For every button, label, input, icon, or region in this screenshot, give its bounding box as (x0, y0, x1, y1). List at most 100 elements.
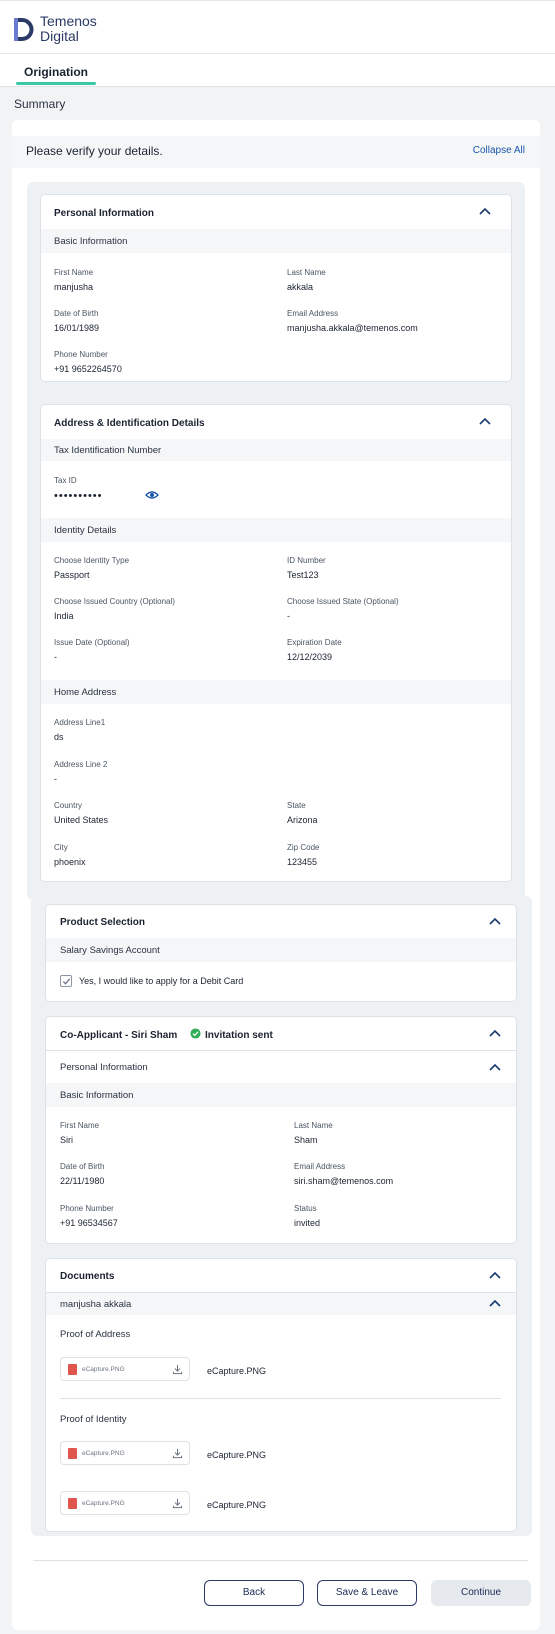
file-chip[interactable]: eCapture.PNG (60, 1491, 190, 1515)
field-label: Address Line 2 (54, 760, 108, 769)
tax-subtitle: Tax Identification Number (54, 445, 162, 456)
personal-info-title: Personal Information (54, 208, 155, 219)
download-icon[interactable] (172, 1364, 183, 1375)
chevron-up-icon[interactable] (479, 207, 491, 215)
check-circle-icon (190, 1028, 201, 1039)
identity-subtitle: Identity Details (54, 525, 117, 536)
field-value: Test123 (287, 570, 319, 580)
field-label: Zip Code (287, 843, 320, 852)
field-value: - (54, 652, 57, 662)
chevron-up-icon[interactable] (489, 1271, 501, 1279)
basic-info-subtitle: Basic Information (54, 236, 128, 247)
field-value: 123455 (287, 857, 318, 867)
field-label: Date of Birth (54, 309, 99, 318)
file-chip-name: eCapture.PNG (82, 1366, 125, 1373)
brand-line2: Digital (40, 28, 79, 44)
field-value: India (54, 611, 74, 621)
document-owner-name: manjusha akkala (60, 1299, 132, 1310)
chevron-up-icon[interactable] (489, 1063, 501, 1071)
proof-of-address-label: Proof of Address (60, 1329, 131, 1340)
field-value: phoenix (54, 857, 86, 867)
divider (60, 1398, 501, 1399)
download-icon[interactable] (172, 1448, 183, 1459)
chevron-up-icon[interactable] (489, 917, 501, 925)
field-label: ID Number (287, 556, 326, 565)
field-label: Phone Number (60, 1204, 114, 1213)
documents-title: Documents (60, 1271, 115, 1282)
personal-info-card (40, 194, 512, 382)
field-value: - (54, 774, 57, 784)
field-label: Choose Issued State (Optional) (287, 597, 399, 606)
field-value: manjusha.akkala@temenos.com (287, 323, 418, 333)
product-selection-title: Product Selection (60, 917, 146, 928)
field-value: 16/01/1989 (54, 323, 100, 333)
brand-name: Temenos Digital (40, 14, 97, 44)
tax-id-masked: •••••••••• (54, 490, 103, 502)
field-value: Arizona (287, 815, 318, 825)
download-icon[interactable] (172, 1498, 183, 1509)
invitation-status-badge: Invitation sent (205, 1030, 273, 1041)
field-value: +91 96534567 (60, 1218, 118, 1228)
save-leave-button[interactable]: Save & Leave (317, 1580, 417, 1606)
field-value: ds (54, 732, 64, 742)
field-value: manjusha (54, 282, 94, 292)
field-label: First Name (54, 268, 94, 277)
field-label: Country (54, 801, 83, 810)
file-chip-name: eCapture.PNG (82, 1500, 125, 1507)
logo-icon (14, 18, 34, 41)
coapplicant-title: Co-Applicant - Siri Sham (60, 1030, 178, 1041)
field-value: Sham (294, 1135, 318, 1145)
field-label: Status (294, 1204, 317, 1213)
proof-of-identity-label: Proof of Identity (60, 1414, 127, 1425)
eye-icon[interactable] (145, 490, 159, 500)
field-label: Issue Date (Optional) (54, 638, 130, 647)
coapplicant-personal-title: Personal Information (60, 1062, 148, 1073)
field-label: Expiration Date (287, 638, 342, 647)
file-name: eCapture.PNG (207, 1366, 267, 1376)
brand-line1: Temenos (40, 13, 97, 29)
address-id-title: Address & Identification Details (54, 418, 205, 429)
debit-card-checkbox[interactable] (60, 975, 72, 987)
field-label: Address Line1 (54, 718, 106, 727)
field-value: akkala (287, 282, 314, 292)
back-button[interactable]: Back (204, 1580, 304, 1606)
chevron-up-icon[interactable] (479, 417, 491, 425)
chevron-up-icon[interactable] (489, 1299, 501, 1307)
field-label: Choose Identity Type (54, 556, 130, 565)
file-name: eCapture.PNG (207, 1500, 267, 1510)
field-value: United States (54, 815, 109, 825)
field-value: invited (294, 1218, 321, 1228)
field-label: First Name (60, 1121, 100, 1130)
field-label: Tax ID (54, 476, 77, 485)
field-label: Choose Issued Country (Optional) (54, 597, 175, 606)
coapplicant-basic-subtitle: Basic Information (60, 1090, 134, 1101)
collapse-all-link[interactable]: Collapse All (450, 145, 525, 156)
continue-button[interactable]: Continue (431, 1580, 531, 1606)
verify-heading: Please verify your details. (26, 144, 163, 158)
field-value: Passport (54, 570, 90, 580)
home-address-subtitle: Home Address (54, 687, 117, 698)
field-label: State (287, 801, 306, 810)
field-value: - (287, 611, 290, 621)
field-label: Email Address (294, 1162, 346, 1171)
section-title: Summary (14, 97, 66, 111)
chevron-up-icon[interactable] (489, 1029, 501, 1037)
field-label: Phone Number (54, 350, 108, 359)
field-label: Date of Birth (60, 1162, 105, 1171)
field-value: siri.sham@temenos.com (294, 1176, 394, 1186)
divider (46, 1050, 516, 1051)
file-icon (68, 1498, 77, 1509)
field-label: Last Name (287, 268, 326, 277)
file-chip[interactable]: eCapture.PNG (60, 1357, 190, 1381)
debit-card-label: Yes, I would like to apply for a Debit C… (79, 976, 244, 986)
field-label: Last Name (294, 1121, 333, 1130)
file-icon (68, 1448, 77, 1459)
field-value: 12/12/2039 (287, 652, 333, 662)
file-chip[interactable]: eCapture.PNG (60, 1441, 190, 1465)
field-label: City (54, 843, 68, 852)
field-value: 22/11/1980 (60, 1176, 105, 1186)
file-icon (68, 1364, 77, 1375)
file-name: eCapture.PNG (207, 1450, 267, 1460)
footer-divider (33, 1560, 528, 1561)
account-name: Salary Savings Account (60, 945, 160, 956)
